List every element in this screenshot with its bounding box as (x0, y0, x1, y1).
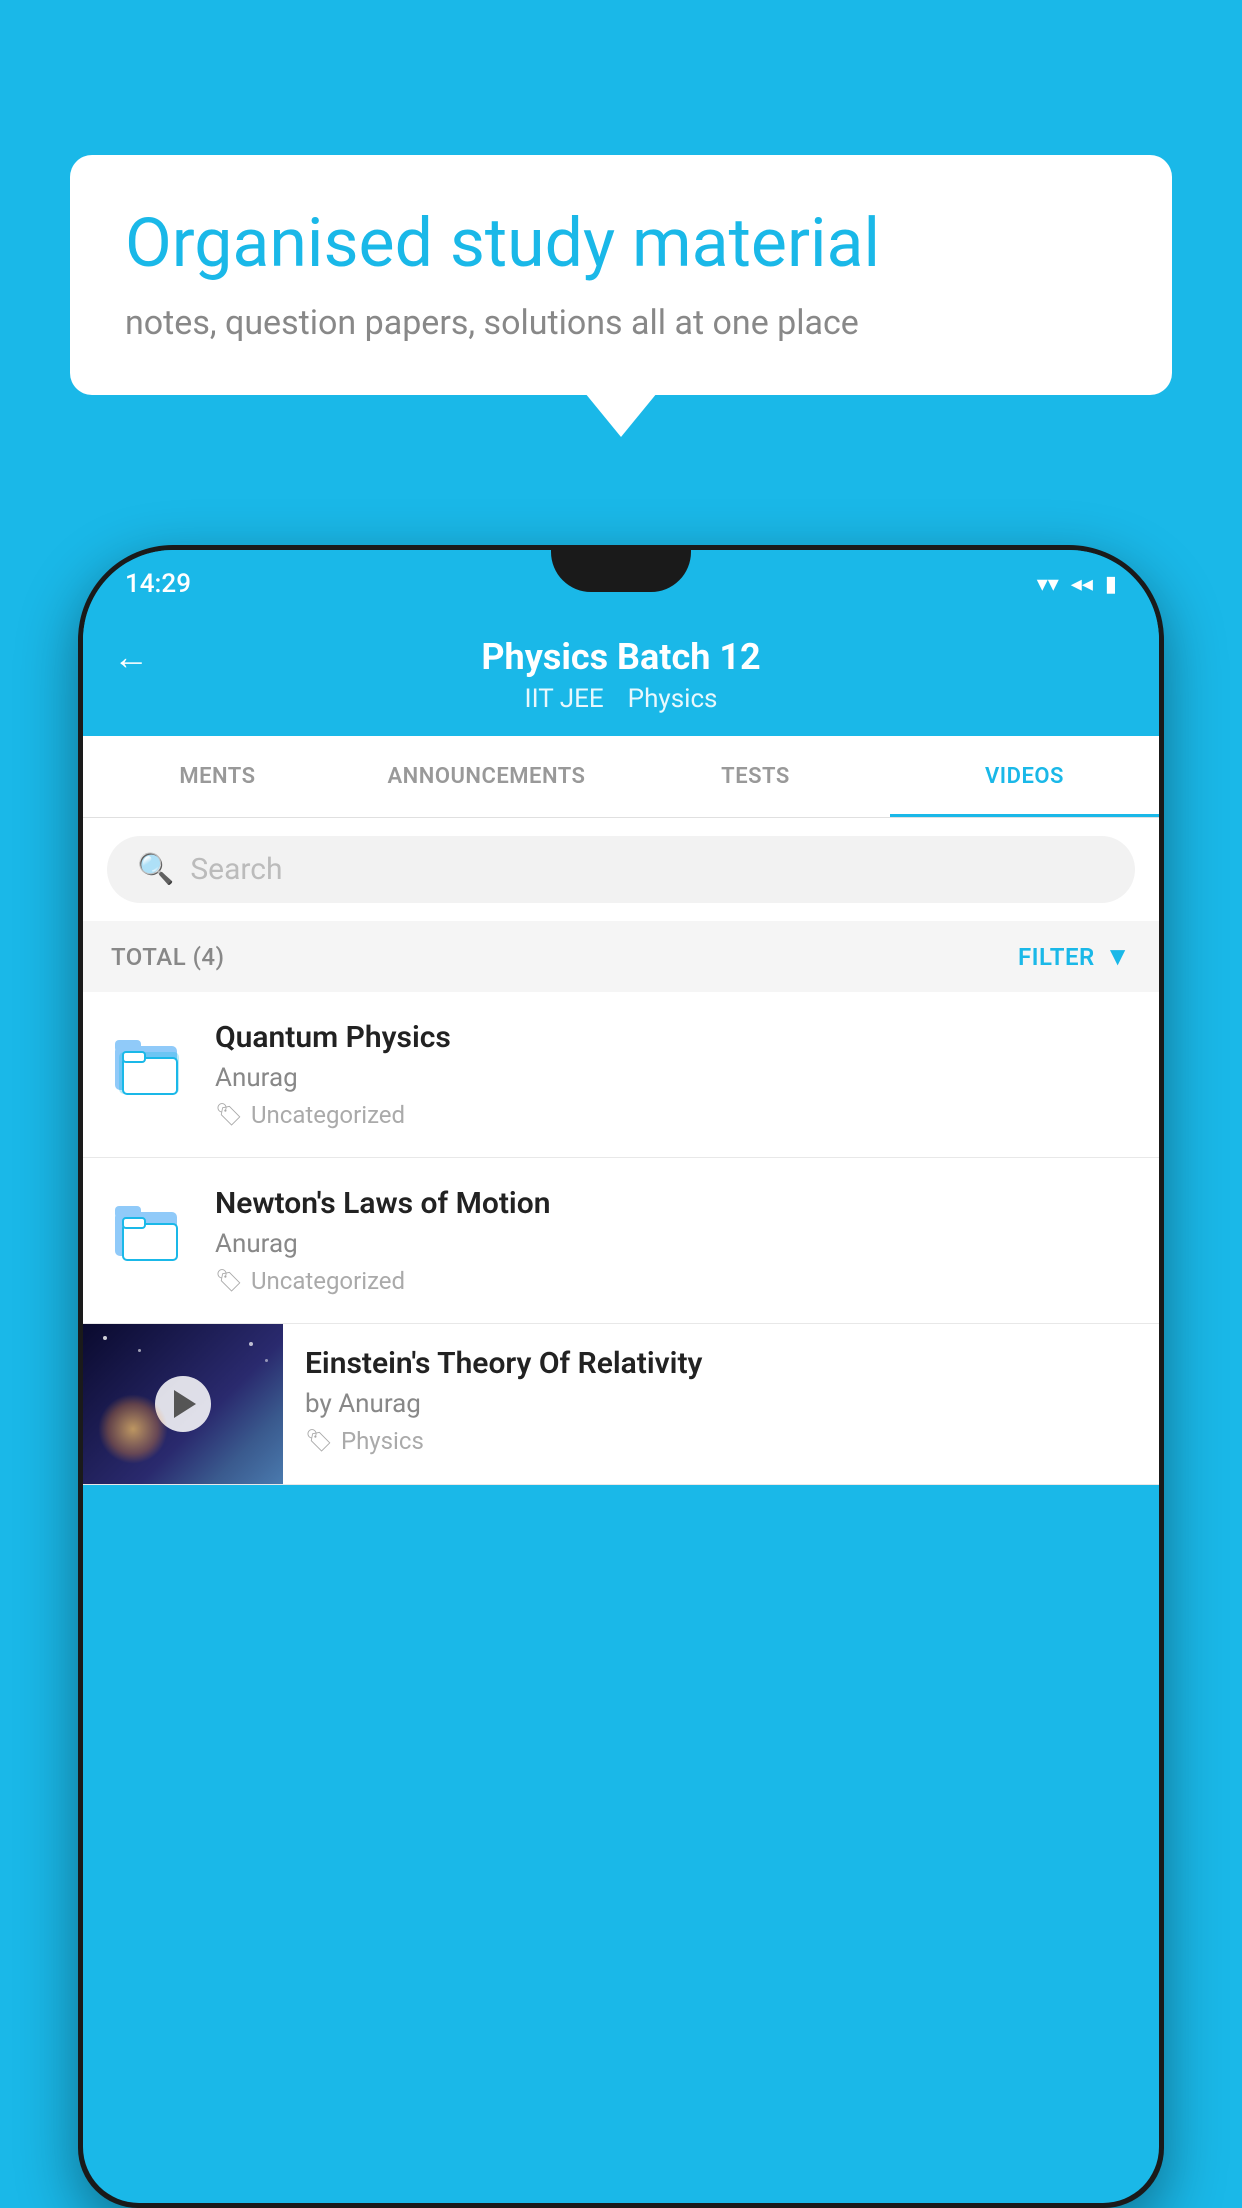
bubble-subtitle: notes, question papers, solutions all at… (125, 303, 1117, 343)
filter-button[interactable]: FILTER ▼ (1018, 941, 1131, 972)
list-item[interactable]: Newton's Laws of Motion Anurag 🏷 Uncateg… (83, 1158, 1159, 1324)
tab-announcements[interactable]: ANNOUNCEMENTS (352, 736, 621, 817)
battery-icon: ▮ (1105, 572, 1117, 597)
filter-label: FILTER (1018, 943, 1095, 971)
search-bar-wrap: 🔍 Search (83, 818, 1159, 921)
app-bar: ← Physics Batch 12 IIT JEE Physics (83, 618, 1159, 736)
item-content: Quantum Physics Anurag 🏷 Uncategorized (215, 1020, 1131, 1129)
item-author: Anurag (215, 1229, 1131, 1259)
item-tag-row: 🏷 Uncategorized (215, 1267, 1131, 1295)
tag-iitjee: IIT JEE (525, 684, 604, 714)
video-title: Einstein's Theory Of Relativity (305, 1346, 1137, 1381)
bubble-title: Organised study material (125, 203, 1117, 285)
video-author: by Anurag (305, 1389, 1137, 1419)
item-title: Newton's Laws of Motion (215, 1186, 1131, 1221)
tab-ments[interactable]: MENTS (83, 736, 352, 817)
tag-icon: 🏷 (215, 1269, 243, 1294)
list-item-video[interactable]: Einstein's Theory Of Relativity by Anura… (83, 1324, 1159, 1485)
search-bar[interactable]: 🔍 Search (107, 836, 1135, 903)
phone-frame: 14:29 ▾▾ ◂◂ ▮ ← Physics Batch 12 IIT JEE… (78, 545, 1164, 2208)
notch (551, 550, 691, 592)
search-placeholder: Search (190, 852, 282, 887)
folder-icon (111, 1024, 191, 1104)
speech-bubble: Organised study material notes, question… (70, 155, 1172, 395)
app-bar-subtitle: IIT JEE Physics (525, 684, 718, 714)
video-thumbnail (83, 1324, 283, 1484)
tag-icon: 🏷 (215, 1103, 243, 1128)
item-content: Newton's Laws of Motion Anurag 🏷 Uncateg… (215, 1186, 1131, 1295)
item-tag: Uncategorized (251, 1101, 405, 1129)
item-title: Quantum Physics (215, 1020, 1131, 1055)
back-button[interactable]: ← (113, 636, 149, 678)
video-tag: Physics (341, 1427, 424, 1455)
tag-icon: 🏷 (305, 1429, 333, 1454)
tab-tests[interactable]: TESTS (621, 736, 890, 817)
status-time: 14:29 (125, 569, 191, 599)
total-count: TOTAL (4) (111, 943, 224, 971)
tabs: MENTS ANNOUNCEMENTS TESTS VIDEOS (83, 736, 1159, 818)
folder-icon (111, 1190, 191, 1270)
play-icon (174, 1390, 196, 1418)
app-bar-title: Physics Batch 12 (481, 636, 760, 678)
search-icon: 🔍 (137, 852, 174, 887)
tag-physics: Physics (628, 684, 718, 714)
list-item[interactable]: Quantum Physics Anurag 🏷 Uncategorized (83, 992, 1159, 1158)
filter-icon: ▼ (1105, 941, 1131, 972)
tab-videos[interactable]: VIDEOS (890, 736, 1159, 817)
app-bar-row: ← Physics Batch 12 (113, 636, 1129, 678)
phone-inner: 14:29 ▾▾ ◂◂ ▮ ← Physics Batch 12 IIT JEE… (83, 550, 1159, 2203)
status-icons: ▾▾ ◂◂ ▮ (1037, 572, 1117, 597)
item-tag-row: 🏷 Uncategorized (215, 1101, 1131, 1129)
wifi-icon: ▾▾ (1037, 572, 1059, 597)
thumb-content: Einstein's Theory Of Relativity by Anura… (283, 1324, 1159, 1477)
signal-icon: ◂◂ (1071, 572, 1093, 597)
status-bar: 14:29 ▾▾ ◂◂ ▮ (83, 550, 1159, 618)
thumb-glow (98, 1394, 168, 1464)
item-author: Anurag (215, 1063, 1131, 1093)
item-tag: Uncategorized (251, 1267, 405, 1295)
thumb-tag-row: 🏷 Physics (305, 1427, 1137, 1455)
filter-row: TOTAL (4) FILTER ▼ (83, 921, 1159, 992)
